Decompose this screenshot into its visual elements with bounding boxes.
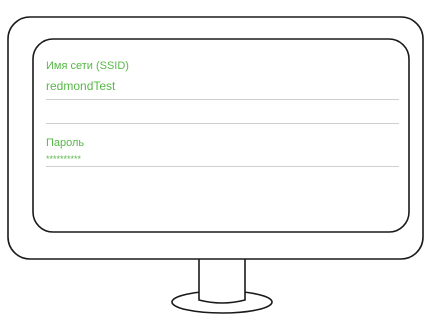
password-field[interactable]: ********** [46,155,81,164]
monitor-stand-neck [198,257,246,304]
wifi-form: Имя сети (SSID) redmondTest Пароль *****… [36,55,406,225]
ssid-field[interactable]: redmondTest [46,79,115,93]
password-underline [46,166,399,167]
section-divider [46,123,399,124]
ssid-label: Имя сети (SSID) [46,60,129,72]
ssid-underline [46,99,399,100]
password-label: Пароль [46,137,85,149]
wifi-setup-screen: Имя сети (SSID) redmondTest Пароль *****… [0,0,431,315]
